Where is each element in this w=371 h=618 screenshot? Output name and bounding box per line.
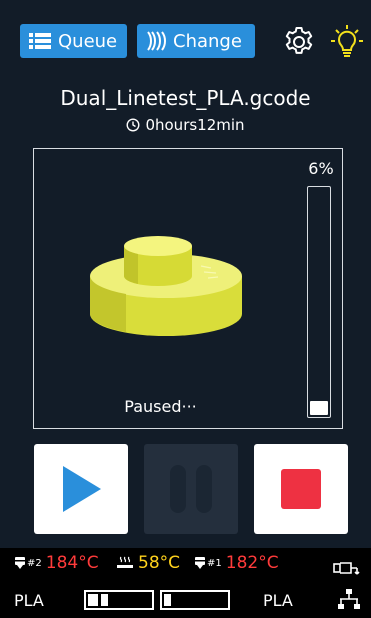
nozzle-2-value: 184°C [45,553,99,573]
job-filename: Dual_Linetest_PLA.gcode [60,86,311,110]
network-icon [338,589,360,609]
right-spool-gauge [160,590,230,610]
change-button[interactable]: Change [137,24,255,58]
stop-button[interactable] [254,444,348,534]
right-material: PLA [263,591,293,610]
filament-change-icon [145,29,167,53]
progress-percent: 6% [308,159,334,178]
pause-icon [170,465,212,513]
heated-bed-icon [117,556,133,568]
print-status: Paused··· [124,397,197,416]
nozzle-icon [195,557,205,569]
progress-bar-fill [310,401,328,415]
bed-value: 58°C [138,553,181,573]
nozzle-2-temperature: #2 184°C [14,553,99,573]
pause-button[interactable] [144,444,238,534]
nozzle-1-temperature: #1 182°C [194,553,279,573]
model-preview [90,236,242,336]
spool-divider [98,594,101,606]
left-material: PLA [14,591,44,610]
nozzle-icon [15,557,25,569]
nozzle-1-value: 182°C [225,553,279,573]
light-bulb-icon[interactable] [330,24,364,60]
material-row: PLA PLA [0,588,371,614]
queue-label: Queue [58,30,118,52]
temperature-row: #2 184°C 58°C #1 182°C [0,553,371,577]
progress-bar [307,186,331,418]
duration-text: 0hours12min [145,116,245,134]
clock-icon [126,118,140,132]
right-spool-fill [164,594,171,606]
printer-screen: Queue Change Dual_Linetest_PLA.gcode 0ho… [0,0,371,618]
stop-icon [281,469,321,509]
nozzle-1-label: #1 [207,557,222,569]
job-duration: 0hours12min [0,116,371,134]
list-icon [28,31,52,51]
resume-button[interactable] [34,444,128,534]
nozzle-2-label: #2 [27,557,42,569]
gear-icon[interactable] [283,26,315,58]
change-label: Change [173,30,242,52]
play-icon [63,466,101,512]
left-spool-gauge [84,590,154,610]
queue-button[interactable]: Queue [20,24,127,58]
usb-connection-icon [333,562,360,575]
bed-temperature: 58°C [116,553,180,573]
